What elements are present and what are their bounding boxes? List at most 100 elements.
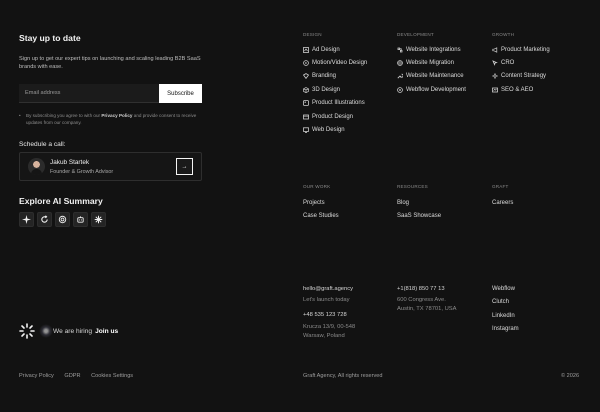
growth-heading: Growth xyxy=(492,32,515,37)
nav-product-illustrations[interactable]: Product Illustrations xyxy=(303,97,393,110)
contact-phone-us[interactable]: +1(818) 850 77 13 xyxy=(397,285,445,293)
rights-text: Graft Agency, All rights reserved xyxy=(303,373,383,379)
ai-openai-button[interactable] xyxy=(55,212,70,227)
nav-label: Ad Design xyxy=(312,46,340,53)
contact-address-pl-1: Kruczа 13/9, 00-548 xyxy=(303,324,356,330)
graft-column: Graft Careers xyxy=(492,184,582,212)
contact-address-pl-2: Warsaw, Poland xyxy=(303,333,345,339)
nav-product-marketing[interactable]: Product Marketing xyxy=(492,43,582,56)
nav-label: Web Design xyxy=(312,127,345,134)
social-instagram[interactable]: Instagram xyxy=(492,325,519,338)
nav-label: Product Design xyxy=(312,113,354,120)
ai-sparkle-button[interactable] xyxy=(19,212,34,227)
nav-website-maintenance[interactable]: Website Maintenance xyxy=(397,70,489,83)
megaphone-icon xyxy=(492,46,498,53)
graft-heading: Graft xyxy=(492,184,509,189)
resources-column: Resources Blog SaaS Showcase xyxy=(397,184,487,226)
nav-product-design[interactable]: Product Design xyxy=(303,110,393,123)
resources-heading: Resources xyxy=(397,184,428,189)
social-clutch[interactable]: Clutch xyxy=(492,298,519,311)
contact-phone-pl[interactable]: +48 535 123 728 xyxy=(303,311,347,319)
sparkle-icon xyxy=(22,215,31,224)
seo-icon xyxy=(492,87,498,93)
nav-label: Content Strategy xyxy=(501,73,547,80)
nav-website-migration[interactable]: Website Migration xyxy=(397,56,489,69)
nav-label: SEO & AEO xyxy=(501,86,534,93)
cro-icon xyxy=(492,60,498,66)
nav-motion-video-design[interactable]: Motion/Video Design xyxy=(303,56,393,69)
nav-label: CRO xyxy=(501,60,515,67)
product-design-icon xyxy=(303,114,309,120)
ai-robot-button[interactable] xyxy=(73,212,88,227)
schedule-card[interactable]: Jakub Startek Founder & Growth Advisor → xyxy=(19,152,202,181)
nav-blog[interactable]: Blog xyxy=(397,199,487,212)
robot-icon xyxy=(77,216,84,223)
nav-cro[interactable]: CRO xyxy=(492,56,582,69)
development-heading: Development xyxy=(397,32,434,37)
consent-text: • By subscribing you agree to with our P… xyxy=(19,113,207,126)
branding-icon xyxy=(303,73,309,80)
nav-label: Webflow Development xyxy=(406,86,466,93)
development-column: Development Website Integrations Website… xyxy=(397,32,489,97)
nav-case-studies[interactable]: Case Studies xyxy=(303,212,393,225)
nav-label: Website Integrations xyxy=(406,46,461,53)
ai-swirl-button[interactable] xyxy=(37,212,52,227)
hiring-banner: We are hiring Join us xyxy=(19,323,118,339)
consent-prefix: By subscribing you agree to with our xyxy=(26,113,102,118)
arrow-right-icon: → xyxy=(181,163,188,170)
openai-icon xyxy=(58,215,67,224)
person-name: Jakub Startek xyxy=(50,159,90,166)
design-heading: Design xyxy=(303,32,322,37)
nav-ad-design[interactable]: Ad Design xyxy=(303,43,393,56)
nav-content-strategy[interactable]: Content Strategy xyxy=(492,70,582,83)
webflow-icon xyxy=(397,87,403,93)
nav-webflow-development[interactable]: Webflow Development xyxy=(397,83,489,96)
avatar xyxy=(28,158,45,175)
newsletter-title: Stay up to date xyxy=(19,33,81,43)
contact-email[interactable]: hello@graft.agency xyxy=(303,285,353,293)
social-linkedin[interactable]: LinkedIn xyxy=(492,312,519,325)
nav-projects[interactable]: Projects xyxy=(303,199,393,212)
our-work-heading: Our work xyxy=(303,184,331,189)
schedule-call-button[interactable]: → xyxy=(176,158,193,175)
schedule-title: Schedule a call: xyxy=(19,141,66,148)
privacy-policy-link[interactable]: Privacy Policy xyxy=(101,113,132,118)
email-input[interactable] xyxy=(19,84,159,103)
motion-icon xyxy=(303,60,309,66)
social-webflow[interactable]: Webflow xyxy=(492,285,519,298)
spinner-icon xyxy=(19,323,35,339)
nav-3d-design[interactable]: 3D Design xyxy=(303,83,393,96)
illustration-icon xyxy=(303,100,309,107)
nav-label: Product Illustrations xyxy=(312,100,365,107)
nav-web-design[interactable]: Web Design xyxy=(303,123,393,136)
nav-label: Motion/Video Design xyxy=(312,60,368,67)
privacy-policy-footer-link[interactable]: Privacy Policy xyxy=(19,373,54,379)
subscribe-button[interactable]: Subscribe xyxy=(159,84,202,103)
migration-icon xyxy=(397,60,403,66)
nav-label: Website Migration xyxy=(406,60,454,67)
ad-icon xyxy=(303,46,309,53)
glow-dot-icon xyxy=(39,324,53,338)
social-links: Webflow Clutch LinkedIn Instagram xyxy=(492,285,519,339)
ai-burst-button[interactable] xyxy=(91,212,106,227)
wrench-icon xyxy=(397,73,403,79)
copyright-text: © 2026 xyxy=(561,373,580,379)
nav-seo-aeo[interactable]: SEO & AEO xyxy=(492,83,582,96)
gdpr-link[interactable]: GDPR xyxy=(64,373,80,379)
contact-email-note: Let's launch today xyxy=(303,297,350,303)
nav-label: Branding xyxy=(312,73,337,80)
nav-careers[interactable]: Careers xyxy=(492,199,582,212)
nav-label: 3D Design xyxy=(312,86,341,93)
person-role: Founder & Growth Advisor xyxy=(50,169,114,175)
nav-website-integrations[interactable]: Website Integrations xyxy=(397,43,489,56)
our-work-column: Our work Projects Case Studies xyxy=(303,184,393,226)
nav-branding[interactable]: Branding xyxy=(303,70,393,83)
growth-column: Growth Product Marketing CRO Content Str… xyxy=(492,32,582,97)
ai-summary-title: Explore AI Summary xyxy=(19,196,103,206)
nav-label: Product Marketing xyxy=(501,46,550,53)
cookies-settings-link[interactable]: Cookies Settings xyxy=(91,373,133,379)
join-us-link[interactable]: Join us xyxy=(95,328,118,335)
nav-label: Website Maintenance xyxy=(406,73,464,80)
nav-saas-showcase[interactable]: SaaS Showcase xyxy=(397,212,487,225)
consent-bullet-icon: • xyxy=(19,113,21,118)
